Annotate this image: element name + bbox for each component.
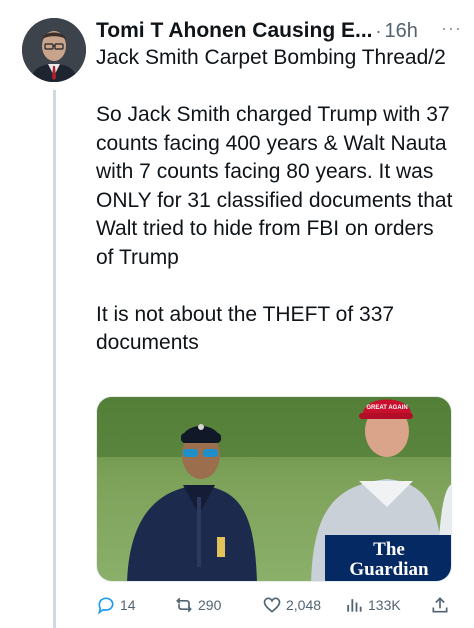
guardian-watermark-line1: The (373, 539, 405, 560)
like-count: 2,048 (286, 597, 322, 613)
avatar[interactable] (22, 18, 86, 82)
views-button[interactable]: 133K (344, 594, 401, 616)
views-count: 133K (368, 597, 401, 613)
tweet-paragraph: So Jack Smith charged Trump with 37 coun… (96, 103, 453, 269)
like-icon (263, 597, 281, 613)
share-button[interactable] (430, 594, 454, 616)
action-bar: 14 290 2,048 133K (96, 594, 458, 618)
cap-text: GREAT AGAIN (366, 405, 407, 411)
views-icon (347, 599, 362, 612)
thread-line (53, 90, 56, 628)
like-button[interactable]: 2,048 (262, 594, 321, 616)
retweet-icon (176, 597, 192, 613)
share-icon (432, 597, 448, 613)
tweet-text: Jack Smith Carpet Bombing Thread/2 So Ja… (96, 44, 456, 358)
author-name[interactable]: Tomi T Ahonen Causing E... (96, 19, 373, 43)
retweet-count: 290 (198, 597, 222, 613)
reply-count: 14 (120, 597, 136, 613)
more-icon[interactable]: ··· (441, 18, 462, 39)
tweet-header: Tomi T Ahonen Causing E... · 16h ··· (96, 14, 468, 48)
tweet-paragraph: Jack Smith Carpet Bombing Thread/2 (96, 46, 446, 69)
reply-icon (98, 597, 114, 615)
tweet-paragraph: It is not about the THEFT of 337 documen… (96, 302, 395, 355)
timestamp[interactable]: 16h (385, 20, 418, 43)
tweet-image[interactable]: GREAT AGAIN The Guardian (96, 396, 452, 582)
guardian-watermark-line2: Guardian (349, 559, 429, 580)
retweet-button[interactable]: 290 (174, 594, 221, 616)
separator-dot: · (375, 20, 382, 41)
reply-button[interactable]: 14 (96, 594, 136, 616)
